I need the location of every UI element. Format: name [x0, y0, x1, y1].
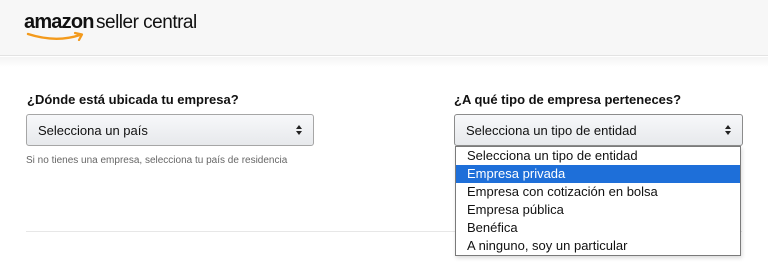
country-hint-text: Si no tienes una empresa, selecciona tu …	[26, 155, 288, 166]
entity-select-value: Selecciona un tipo de entidad	[466, 123, 637, 138]
entity-type-select[interactable]: Selecciona un tipo de entidad	[454, 114, 743, 146]
entity-type-dropdown-list: Selecciona un tipo de entidad Empresa pr…	[455, 146, 741, 256]
select-arrows-icon	[296, 125, 302, 135]
entity-option[interactable]: A ninguno, soy un particular	[456, 237, 740, 255]
entity-option[interactable]: Empresa con cotización en bolsa	[456, 183, 740, 201]
entity-option[interactable]: Empresa pública	[456, 201, 740, 219]
header-shadow	[0, 57, 768, 67]
smile-arrow-icon	[26, 31, 84, 41]
country-select[interactable]: Selecciona un país	[26, 114, 314, 146]
country-select-value: Selecciona un país	[38, 123, 148, 138]
location-question-label: ¿Dónde está ubicada tu empresa?	[27, 92, 239, 107]
logo-seller-central-text: seller central	[96, 12, 197, 33]
select-arrows-icon	[725, 125, 731, 135]
top-header: amazon seller central	[0, 0, 768, 56]
entity-question-label: ¿A qué tipo de empresa perteneces?	[454, 92, 682, 107]
entity-option[interactable]: Benéfica	[456, 219, 740, 237]
entity-option[interactable]: Selecciona un tipo de entidad	[456, 147, 740, 165]
entity-option-highlighted[interactable]: Empresa privada	[456, 165, 740, 183]
